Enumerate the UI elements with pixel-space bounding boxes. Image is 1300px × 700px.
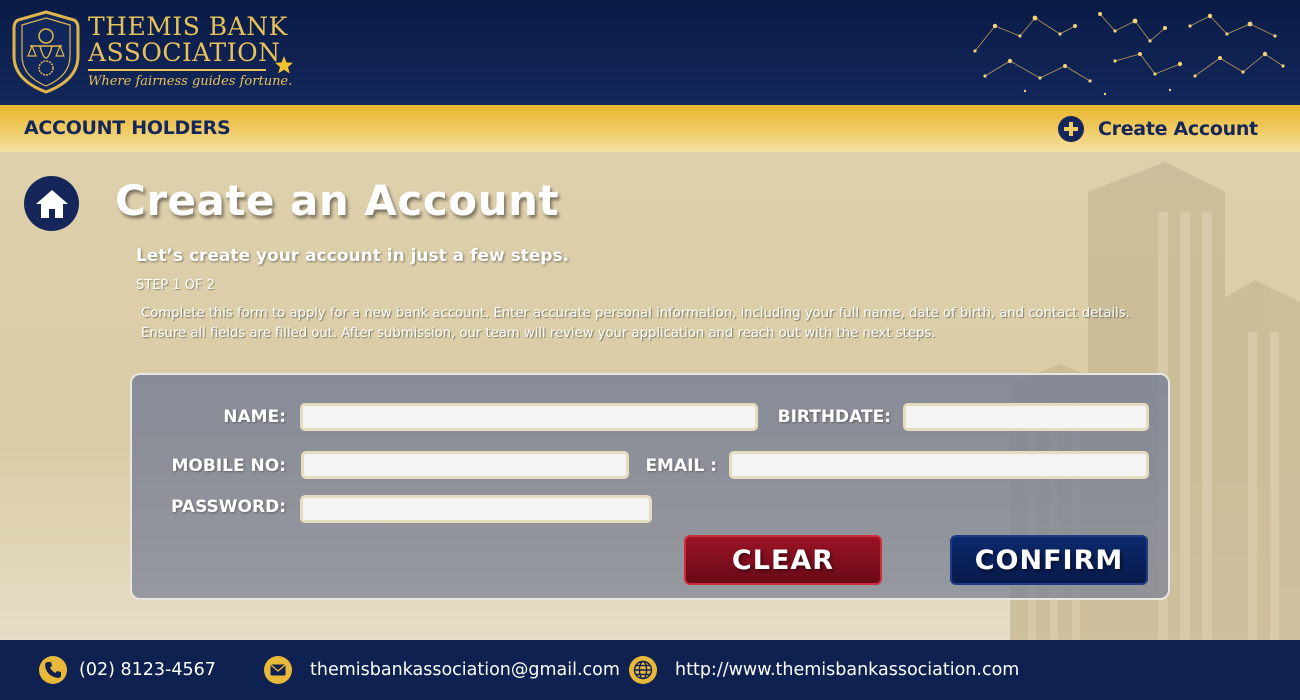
footer-website: http://www.themisbankassociation.com	[629, 656, 1019, 684]
confirm-button[interactable]: CONFIRM	[950, 535, 1148, 585]
brand-divider	[88, 69, 266, 71]
shield-logo-icon[interactable]	[12, 10, 80, 94]
star-icon	[275, 56, 293, 74]
birthdate-input[interactable]	[903, 403, 1149, 431]
create-account-button[interactable]: Create Account	[1058, 115, 1258, 143]
plus-icon	[1058, 116, 1084, 142]
header: THEMIS BANK ASSOCIATION Where fairness g…	[0, 0, 1300, 105]
constellation-icon	[973, 12, 1285, 96]
brand: THEMIS BANK ASSOCIATION Where fairness g…	[88, 14, 292, 89]
footer-website-link[interactable]: http://www.themisbankassociation.com	[675, 660, 1019, 680]
password-input[interactable]	[300, 495, 652, 523]
email-label: EMAIL :	[645, 456, 717, 476]
password-label: PASSWORD:	[171, 497, 286, 517]
mail-icon	[264, 656, 292, 684]
footer: (02) 8123-4567 themisbankassociation@gma…	[0, 640, 1300, 700]
brand-name-line1: THEMIS BANK	[88, 12, 288, 41]
phone-icon	[39, 656, 67, 684]
brand-tagline: Where fairness guides fortune.	[88, 74, 293, 89]
footer-email: themisbankassociation@gmail.com	[264, 656, 620, 684]
globe-icon	[629, 656, 657, 684]
brand-name-line2: ASSOCIATION	[88, 38, 281, 67]
clear-button[interactable]: CLEAR	[684, 535, 882, 585]
mobile-input[interactable]	[301, 451, 629, 479]
page-title: Create an Account	[115, 176, 559, 225]
page-description: Complete this form to apply for a new ba…	[141, 306, 1130, 341]
footer-phone: (02) 8123-4567	[39, 656, 216, 684]
mobile-label: MOBILE NO:	[171, 456, 287, 476]
name-label: NAME:	[223, 407, 286, 427]
create-account-label: Create Account	[1098, 118, 1258, 140]
name-input[interactable]	[300, 403, 758, 431]
account-form: NAME: BIRTHDATE: MOBILE NO: EMAIL : PASS…	[130, 373, 1170, 600]
nav-title: ACCOUNT HOLDERS	[24, 117, 231, 139]
step-indicator: STEP 1 OF 2	[136, 278, 215, 293]
email-input[interactable]	[729, 451, 1149, 479]
home-icon	[35, 189, 68, 218]
footer-phone-text: (02) 8123-4567	[79, 660, 216, 680]
birthdate-label: BIRTHDATE:	[777, 407, 891, 427]
main-content: Create an Account Let’s create your acco…	[0, 152, 1300, 640]
navbar: ACCOUNT HOLDERS Create Account	[0, 105, 1300, 152]
page-subtitle: Let’s create your account in just a few …	[136, 246, 570, 266]
footer-email-link[interactable]: themisbankassociation@gmail.com	[310, 660, 620, 680]
home-button[interactable]	[24, 176, 79, 231]
